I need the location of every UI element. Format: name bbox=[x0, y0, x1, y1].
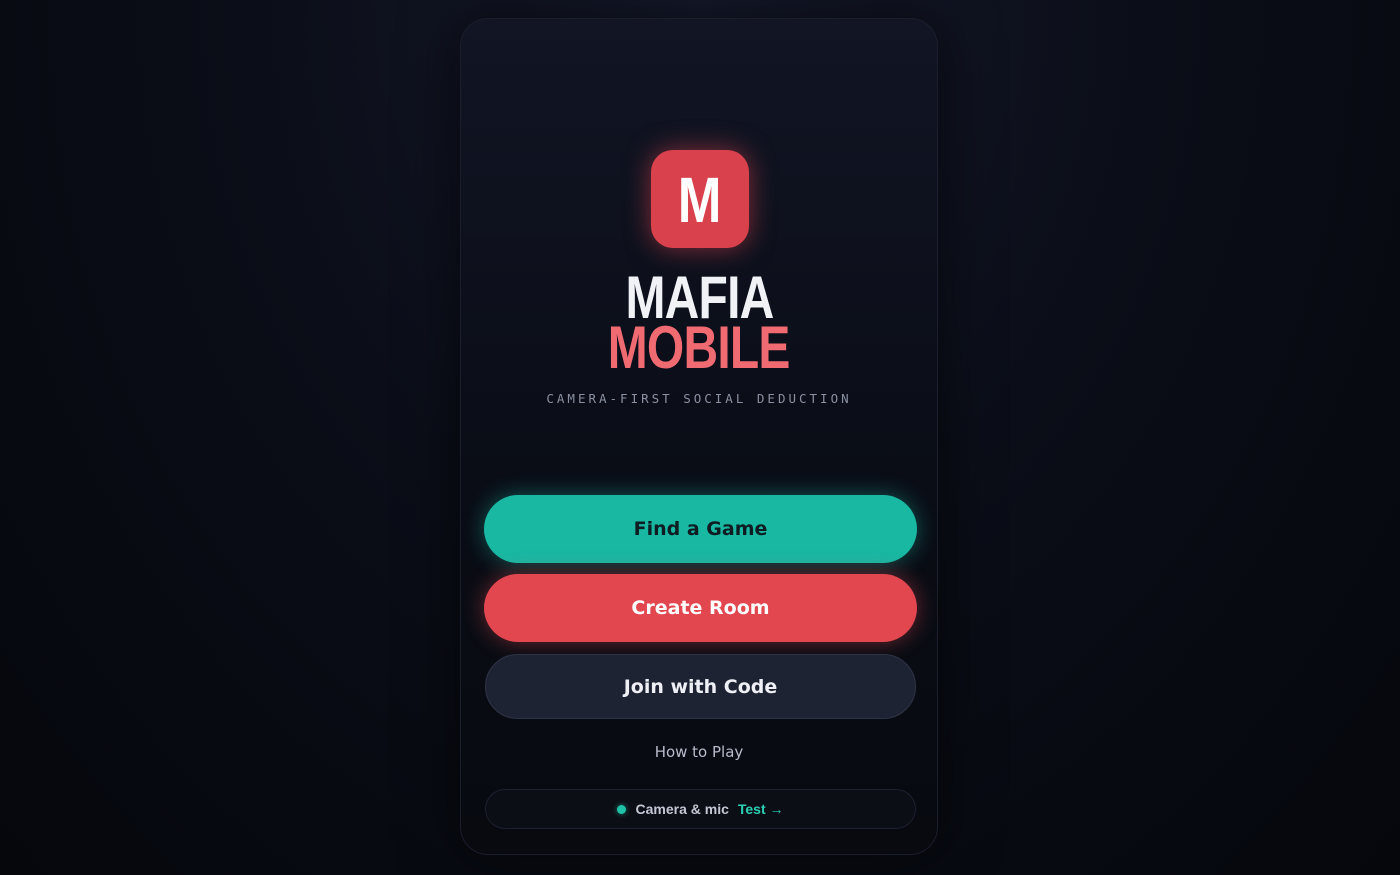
logo-letter: M bbox=[678, 164, 722, 236]
status-dot-icon bbox=[617, 804, 627, 814]
phone-frame: M MAFIA MOBILE CAMERA-FIRST SOCIAL DEDUC… bbox=[460, 18, 938, 855]
tagline: CAMERA-FIRST SOCIAL DEDUCTION bbox=[546, 391, 852, 406]
create-room-button[interactable]: Create Room bbox=[484, 574, 917, 642]
find-game-button[interactable]: Find a Game bbox=[484, 495, 917, 563]
camera-mic-label: Camera & mic bbox=[635, 801, 729, 817]
how-to-play-link[interactable]: How to Play bbox=[461, 743, 937, 761]
test-devices-link[interactable]: Test → bbox=[738, 801, 784, 817]
join-with-code-button[interactable]: Join with Code bbox=[485, 654, 916, 719]
app-logo: M bbox=[651, 150, 749, 248]
title-mobile: MOBILE bbox=[608, 314, 791, 381]
device-status-bar: Camera & mic Test → bbox=[485, 789, 916, 829]
title-line-2: MOBILE bbox=[461, 318, 937, 378]
